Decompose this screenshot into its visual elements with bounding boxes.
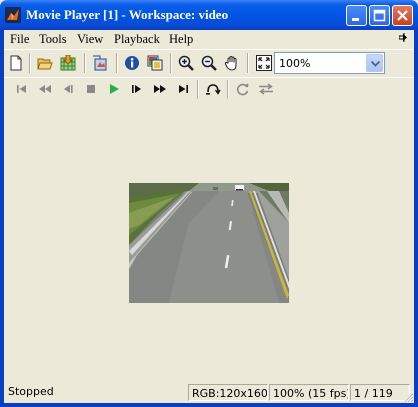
menu-file[interactable]: File (10, 32, 29, 47)
info-icon[interactable] (122, 53, 142, 73)
menu-bar: File Tools View Playback Help (4, 30, 414, 49)
window-border-bottom (0, 403, 418, 407)
go-to-first-icon[interactable] (12, 79, 32, 99)
menu-dock-arrow-icon[interactable] (398, 33, 408, 45)
resize-grip-icon[interactable] (402, 391, 414, 403)
zoom-level-dropdown[interactable]: 100% (274, 52, 385, 74)
new-file-icon[interactable] (6, 53, 26, 73)
forward-backward-icon[interactable] (256, 79, 276, 99)
separator (116, 53, 118, 73)
window-title: Movie Player [1] - Workspace: video (26, 7, 229, 22)
maximize-button[interactable] (369, 5, 390, 26)
fit-to-window-icon[interactable] (254, 53, 274, 73)
movie-player-window: Movie Player [1] - Workspace: video File… (0, 0, 418, 407)
chevron-down-icon[interactable] (366, 54, 383, 72)
separator (227, 80, 229, 99)
export-to-imtool-icon[interactable] (90, 53, 110, 73)
open-folder-icon[interactable] (35, 53, 55, 73)
zoom-fps-cell: 100% (15 fps) (269, 384, 349, 401)
zoom-level-value: 100% (279, 57, 311, 70)
format-cell: RGB:120x160 (188, 384, 268, 401)
step-back-icon[interactable] (58, 79, 78, 99)
separator (170, 53, 172, 73)
rewind-icon[interactable] (35, 79, 55, 99)
stop-icon[interactable] (81, 79, 101, 99)
fast-forward-icon[interactable] (150, 79, 170, 99)
separator (29, 53, 31, 73)
playback-status: Stopped (8, 385, 54, 398)
repeat-icon[interactable] (233, 79, 253, 99)
separator (197, 80, 199, 99)
matlab-icon (5, 7, 21, 23)
main-toolbar: 100% (4, 49, 414, 78)
workspace-import-icon[interactable] (58, 53, 78, 73)
zoom-in-icon[interactable] (176, 53, 196, 73)
separator (247, 53, 249, 73)
frame-counter-cell: 1 / 119 (350, 384, 410, 401)
zoom-out-icon[interactable] (199, 53, 219, 73)
menu-help[interactable]: Help (169, 32, 193, 47)
menu-tools[interactable]: Tools (39, 32, 67, 47)
menu-playback[interactable]: Playback (114, 32, 160, 47)
playback-toolbar (4, 77, 414, 102)
step-forward-icon[interactable] (127, 79, 147, 99)
colormap-icon[interactable] (145, 53, 165, 73)
menu-view[interactable]: View (77, 32, 103, 47)
title-bar[interactable]: Movie Player [1] - Workspace: video (0, 0, 418, 30)
pan-hand-icon[interactable] (222, 53, 242, 73)
separator (84, 53, 86, 73)
video-frame[interactable] (129, 183, 289, 303)
go-to-last-icon[interactable] (173, 79, 193, 99)
jump-to-icon[interactable] (203, 79, 223, 99)
minimize-button[interactable] (346, 5, 367, 26)
window-border-right (414, 30, 418, 407)
status-bar: Stopped RGB:120x160 100% (15 fps) 1 / 11… (4, 380, 414, 403)
play-icon[interactable] (104, 79, 124, 99)
close-button[interactable] (392, 5, 413, 26)
